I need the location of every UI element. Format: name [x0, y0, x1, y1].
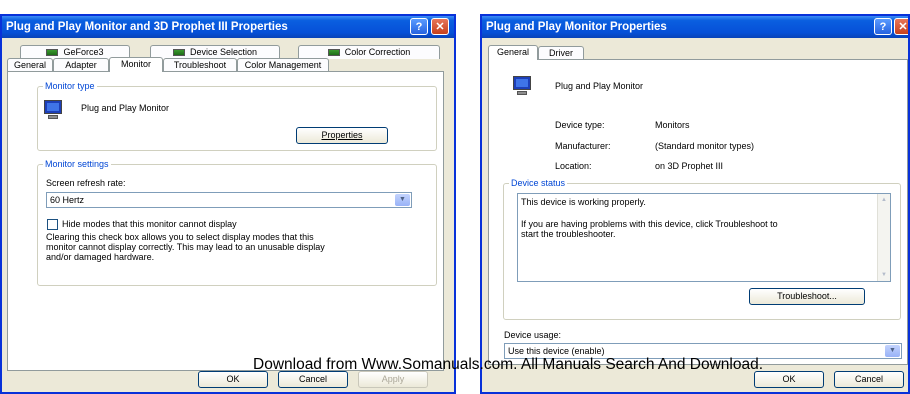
download-footer-text: Download from Www.Somanuals.com. All Man…	[253, 356, 764, 373]
refresh-rate-label: Screen refresh rate:	[46, 178, 126, 188]
right-cancel-button[interactable]: Cancel	[834, 371, 904, 388]
location-value: on 3D Prophet III	[655, 161, 724, 171]
device-name: Plug and Play Monitor	[555, 81, 644, 91]
left-help-button[interactable]: ?	[410, 18, 428, 35]
tab-device-selection[interactable]: Device Selection	[150, 45, 280, 59]
nvidia-icon	[172, 49, 185, 57]
right-title-text: Plug and Play Monitor Properties	[486, 21, 667, 33]
location-label: Location:	[555, 161, 592, 171]
properties-button[interactable]: Properties	[296, 127, 388, 144]
device-type-label: Device type:	[555, 120, 605, 130]
nvidia-icon	[327, 49, 340, 57]
left-title-text: Plug and Play Monitor and 3D Prophet III…	[6, 21, 288, 33]
tab-driver[interactable]: Driver	[538, 46, 584, 60]
monitor-name: Plug and Play Monitor	[81, 103, 170, 113]
tab-general[interactable]: General	[488, 45, 538, 60]
right-properties-dialog: Plug and Play Monitor Properties ? ✕ Gen…	[480, 14, 910, 394]
troubleshoot-button[interactable]: Troubleshoot...	[749, 288, 865, 305]
monitor-type-label: Monitor type	[43, 80, 97, 92]
refresh-rate-select[interactable]: 60 Hertz ▼	[46, 192, 412, 208]
right-help-button[interactable]: ?	[874, 18, 892, 35]
tab-monitor[interactable]: Monitor	[109, 57, 163, 72]
tab-adapter[interactable]: Adapter	[53, 58, 109, 72]
right-ok-button[interactable]: OK	[754, 371, 824, 388]
monitor-icon	[42, 99, 64, 121]
left-title-bar[interactable]: Plug and Play Monitor and 3D Prophet III…	[2, 16, 454, 38]
device-usage-label: Device usage:	[504, 330, 562, 340]
device-status-scrollbar[interactable]: ▲ ▼	[877, 194, 890, 281]
manufacturer-value: (Standard monitor types)	[655, 141, 755, 151]
right-title-bar[interactable]: Plug and Play Monitor Properties	[482, 16, 908, 38]
device-status-line-1: This device is working properly.	[521, 197, 646, 207]
left-tab-panel: Monitor type Plug and Play Monitor Prope…	[7, 71, 444, 371]
chevron-down-icon[interactable]: ▼	[395, 194, 410, 206]
scroll-up-icon[interactable]: ▲	[879, 195, 889, 205]
device-status-line-3: start the troubleshooter.	[521, 229, 616, 239]
tab-color-management[interactable]: Color Management	[237, 58, 329, 72]
monitor-settings-group: Monitor settings Screen refresh rate: 60…	[37, 158, 437, 286]
right-close-button[interactable]: ✕	[894, 18, 908, 35]
device-status-label: Device status	[509, 177, 568, 189]
scroll-down-icon[interactable]: ▼	[879, 270, 889, 280]
device-status-text[interactable]: This device is working properly. If you …	[517, 193, 891, 282]
hide-modes-description-3: and/or damaged hardware.	[46, 252, 155, 262]
monitor-icon	[511, 75, 533, 97]
monitor-type-group: Monitor type Plug and Play Monitor Prope…	[37, 80, 437, 151]
manufacturer-label: Manufacturer:	[555, 141, 611, 151]
right-tab-panel: Plug and Play Monitor Device type: Monit…	[488, 59, 908, 365]
tab-general[interactable]: General	[7, 58, 53, 72]
hide-modes-label[interactable]: Hide modes that this monitor cannot disp…	[62, 219, 237, 230]
left-close-button[interactable]: ✕	[431, 18, 449, 35]
tab-color-correction[interactable]: Color Correction	[298, 45, 440, 59]
tab-troubleshoot[interactable]: Troubleshoot	[163, 58, 237, 72]
left-properties-dialog: Plug and Play Monitor and 3D Prophet III…	[0, 14, 456, 394]
hide-modes-checkbox[interactable]	[47, 219, 58, 230]
nvidia-icon	[46, 49, 59, 57]
chevron-down-icon[interactable]: ▼	[885, 345, 900, 357]
device-type-value: Monitors	[655, 120, 690, 130]
monitor-settings-label: Monitor settings	[43, 158, 111, 170]
device-status-group: Device status This device is working pro…	[503, 177, 901, 320]
